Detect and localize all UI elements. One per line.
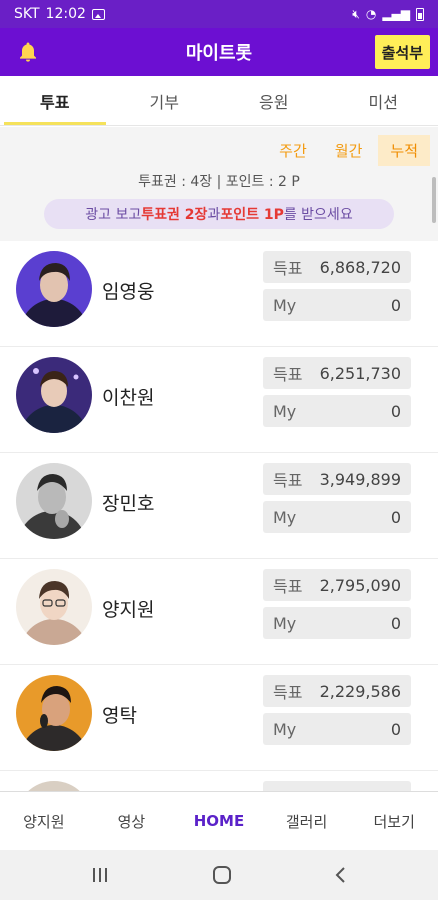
my-label: My xyxy=(273,613,297,633)
status-bar: SKT 12:02 🔇︎ ◔ ▂▄▆ xyxy=(0,0,438,28)
tab-mission[interactable]: 미션 xyxy=(329,76,438,125)
my-value: 0 xyxy=(390,507,401,527)
votes-value: 3,949,899 xyxy=(319,469,401,489)
home-icon[interactable] xyxy=(211,864,233,886)
nav-artist[interactable]: 양지원 xyxy=(0,792,88,850)
my-votes: My 0 xyxy=(263,713,411,745)
ranking-row[interactable]: 영탁 득표 2,229,586 My 0 xyxy=(0,665,438,771)
nav-gallery[interactable]: 갤러리 xyxy=(263,792,351,850)
my-value: 0 xyxy=(390,401,401,421)
nav-more[interactable]: 더보기 xyxy=(350,792,438,850)
votes-value: 6,868,720 xyxy=(319,257,401,277)
system-nav-bar xyxy=(0,850,438,900)
filter-cumulative[interactable]: 누적 xyxy=(378,135,430,166)
ad-text-suffix: 를 받으세요 xyxy=(283,207,353,223)
gallery-notification-icon xyxy=(91,8,105,20)
back-icon[interactable] xyxy=(334,865,348,885)
ad-text-points: 포인트 1P xyxy=(220,207,284,223)
nav-home[interactable]: HOME xyxy=(175,792,263,850)
my-label: My xyxy=(273,295,297,315)
my-value: 0 xyxy=(390,295,401,315)
artist-name: 이찬원 xyxy=(102,387,155,409)
my-label: My xyxy=(273,507,297,527)
clock: 12:02 xyxy=(45,6,86,22)
my-label: My xyxy=(273,401,297,421)
wifi-icon: ◔ xyxy=(365,7,377,21)
avatar xyxy=(16,357,92,433)
recent-apps-icon[interactable] xyxy=(90,866,110,884)
my-votes: My 0 xyxy=(263,607,411,639)
total-votes: 득표 6,251,730 xyxy=(263,357,411,389)
votes-label: 득표 xyxy=(273,259,303,278)
votes-label: 득표 xyxy=(273,365,303,384)
my-votes: My 0 xyxy=(263,395,411,427)
battery-icon xyxy=(416,7,424,21)
filter-monthly[interactable]: 월간 xyxy=(323,135,375,166)
avatar xyxy=(16,463,92,539)
votes-value: 2,229,586 xyxy=(319,681,401,701)
filter-weekly[interactable]: 주간 xyxy=(267,135,319,166)
my-value: 0 xyxy=(390,719,401,739)
avatar xyxy=(16,781,92,791)
artist-name: 영탁 xyxy=(102,705,137,727)
bell-icon[interactable] xyxy=(16,40,40,64)
ranking-row[interactable]: 이찬원 득표 6,251,730 My 0 xyxy=(0,347,438,453)
ranking-row[interactable]: 양지원 득표 2,795,090 My 0 xyxy=(0,559,438,665)
my-votes: My 0 xyxy=(263,501,411,533)
nav-video[interactable]: 영상 xyxy=(88,792,176,850)
mute-icon: 🔇︎ xyxy=(352,6,360,21)
ad-reward-banner[interactable]: 광고 보고 투표권 2장 과 포인트 1P 를 받으세요 xyxy=(44,199,394,229)
artist-name: 양지원 xyxy=(102,599,155,621)
checkin-button[interactable]: 출석부 xyxy=(374,35,430,69)
avatar xyxy=(16,569,92,645)
ranking-row[interactable]: 장민호 득표 3,949,899 My 0 xyxy=(0,453,438,559)
my-label: My xyxy=(273,719,297,739)
signal-icon: ▂▄▆ xyxy=(382,7,410,21)
tab-vote[interactable]: 투표 xyxy=(0,76,110,125)
app-screen: SKT 12:02 🔇︎ ◔ ▂▄▆ 마이트롯 출석부 투표 기부 응원 미션 … xyxy=(0,0,438,900)
votes-value: 6,251,730 xyxy=(319,363,401,383)
total-votes: 득표 2,229,586 xyxy=(263,675,411,707)
app-bar: 마이트롯 출석부 xyxy=(0,28,438,76)
main-tabs: 투표 기부 응원 미션 xyxy=(0,76,438,126)
total-votes: 득표 6,868,720 xyxy=(263,251,411,283)
vote-content: 주간 월간 누적 투표권 : 4장 | 포인트 : 2 P 광고 보고 투표권 … xyxy=(0,127,438,791)
ad-text-prefix: 광고 보고 xyxy=(85,207,142,223)
ranking-row[interactable]: 임영웅 득표 6,868,720 My 0 xyxy=(0,241,438,347)
my-votes: My 0 xyxy=(263,289,411,321)
page-title: 마이트롯 xyxy=(185,43,253,64)
ticket-info: 투표권 : 4장 | 포인트 : 2 P xyxy=(138,174,300,190)
ranking-row-partial[interactable] xyxy=(0,771,438,791)
carrier-label: SKT xyxy=(14,6,40,22)
total-votes xyxy=(263,781,411,791)
votes-value: 2,795,090 xyxy=(319,575,401,595)
avatar xyxy=(16,675,92,751)
ad-text-tickets: 투표권 2장 xyxy=(141,207,208,223)
votes-label: 득표 xyxy=(273,577,303,596)
tab-donate[interactable]: 기부 xyxy=(110,76,220,125)
total-votes: 득표 2,795,090 xyxy=(263,569,411,601)
ranking-list: 임영웅 득표 6,868,720 My 0 이찬원 득표 6,251,730 M… xyxy=(0,241,438,791)
tab-cheer[interactable]: 응원 xyxy=(219,76,329,125)
my-value: 0 xyxy=(390,613,401,633)
bottom-nav: 양지원 영상 HOME 갤러리 더보기 xyxy=(0,791,438,850)
artist-name: 임영웅 xyxy=(102,281,155,303)
total-votes: 득표 3,949,899 xyxy=(263,463,411,495)
votes-label: 득표 xyxy=(273,683,303,702)
scrollbar[interactable] xyxy=(432,177,436,223)
ad-text-middle: 과 xyxy=(207,207,221,223)
artist-name: 장민호 xyxy=(102,493,155,515)
period-filter: 주간 월간 누적 xyxy=(267,135,430,166)
avatar xyxy=(16,251,92,327)
votes-label: 득표 xyxy=(273,471,303,490)
